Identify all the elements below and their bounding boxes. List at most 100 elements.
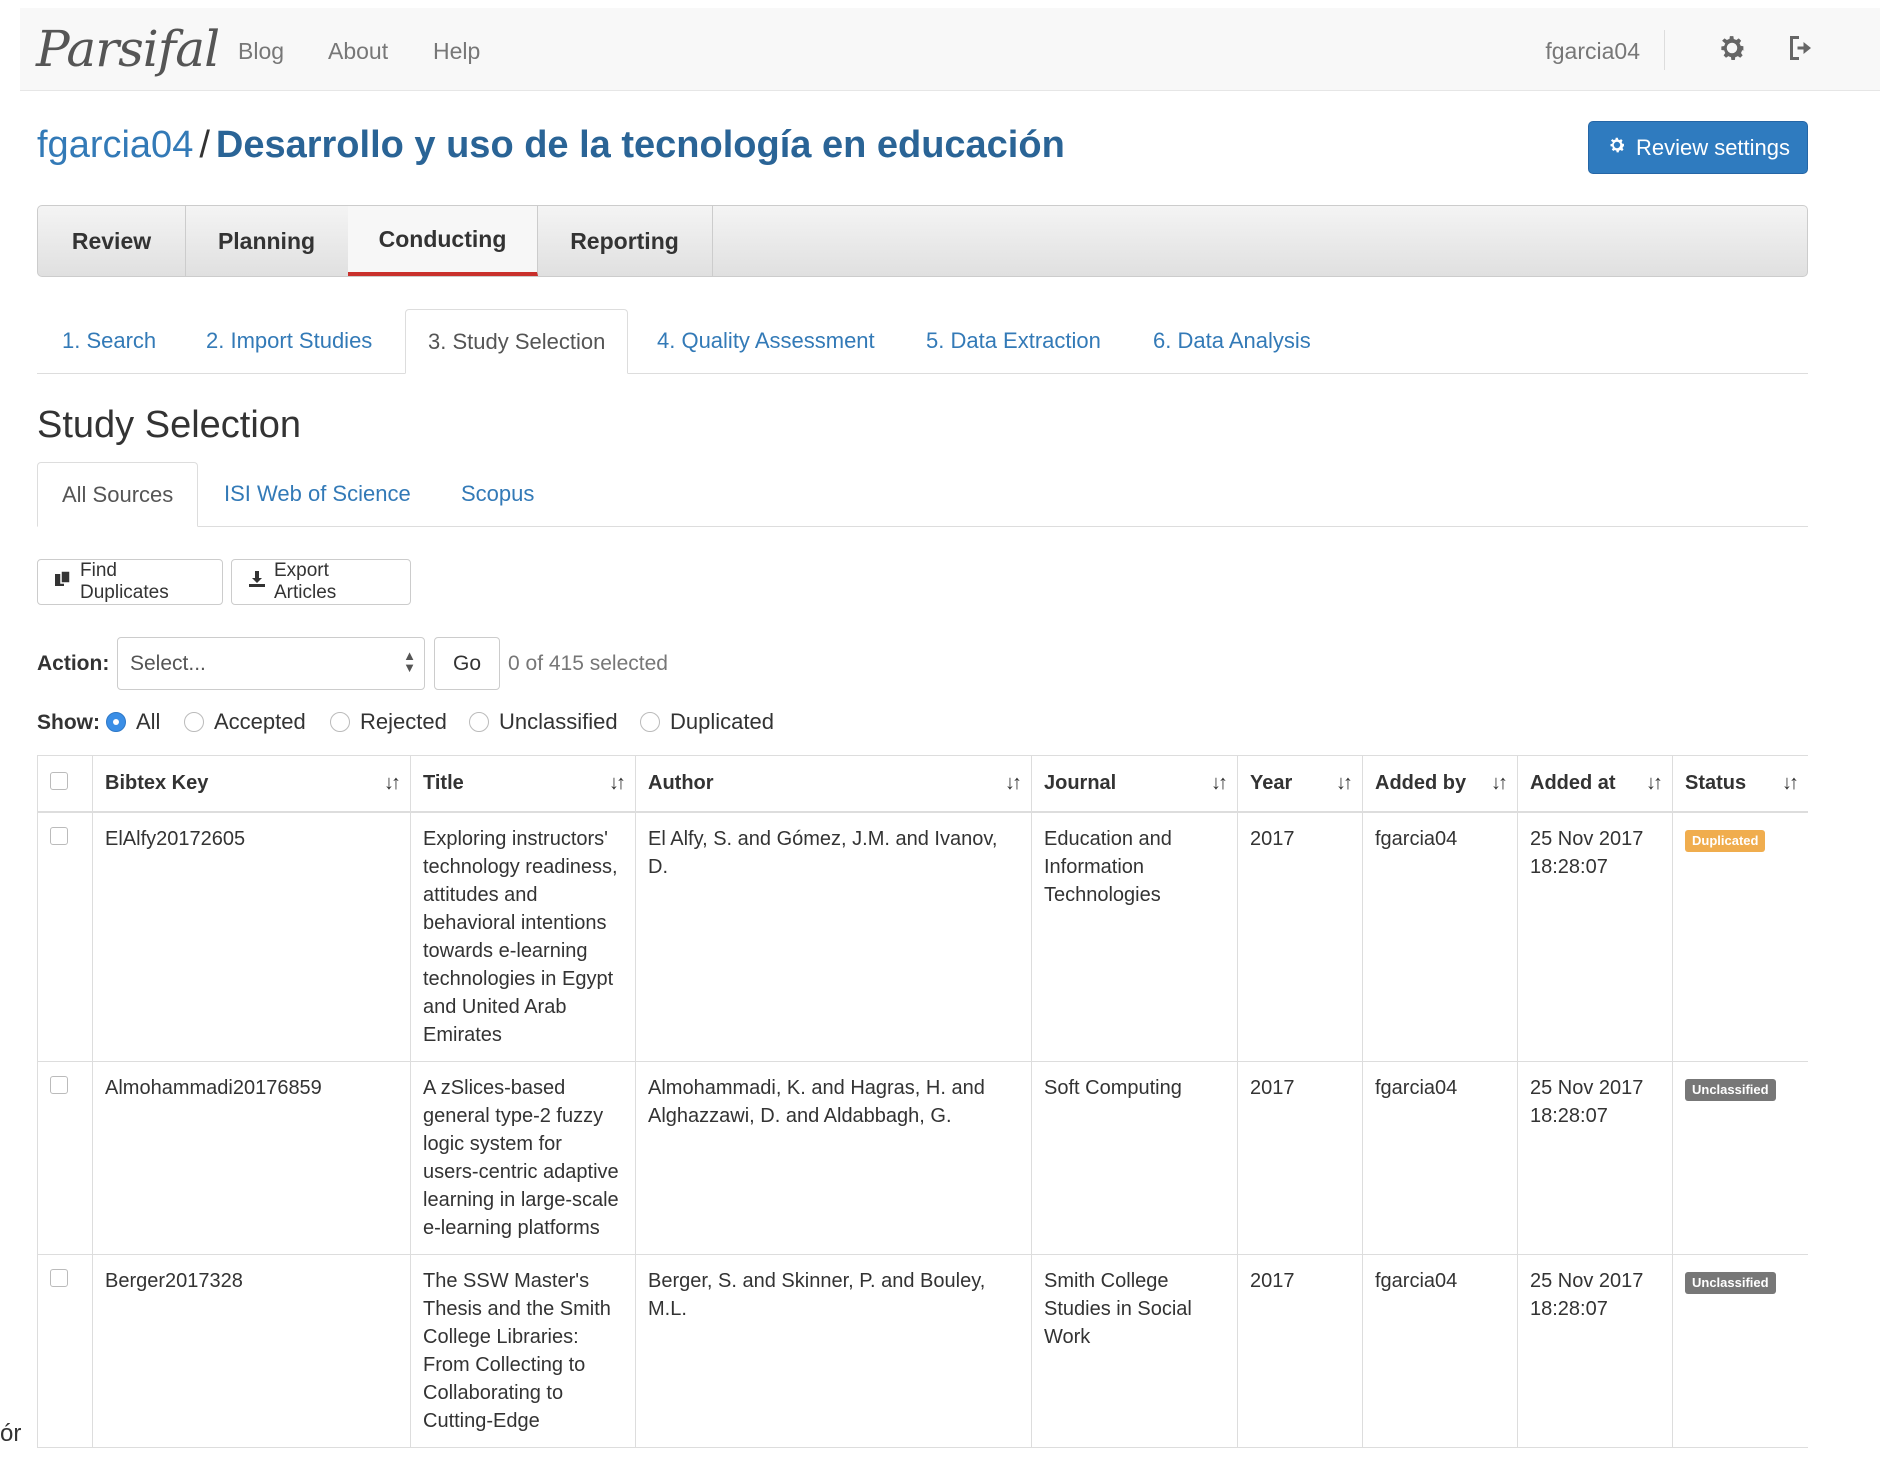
radio-button[interactable] [640,712,660,732]
review-owner-link[interactable]: fgarcia04 [37,124,193,166]
column-header-bibtex-key[interactable]: Bibtex Key ↓↑ [92,755,411,813]
sort-icon[interactable]: ↓↑ [1005,772,1022,795]
copy-icon [54,570,72,594]
tab-quality-assessment[interactable]: 4. Quality Assessment [657,309,875,373]
sign-out-icon[interactable] [1784,30,1820,66]
nav-divider [1664,30,1665,70]
author-cell: El Alfy, S. and Gómez, J.M. and Ivanov, … [635,811,1032,1062]
tab-data-analysis[interactable]: 6. Data Analysis [1153,309,1311,373]
bibtex-key-cell[interactable]: Almohammadi20176859 [92,1061,411,1255]
nav-link-help[interactable]: Help [433,38,480,65]
added-at-date: 25 Nov 2017 [1530,828,1644,850]
row-checkbox[interactable] [50,827,68,845]
tab-conducting[interactable]: Conducting [348,206,538,276]
radio-button[interactable] [106,712,126,732]
column-header-author[interactable]: Author ↓↑ [635,755,1032,813]
nav-link-blog[interactable]: Blog [238,38,284,65]
tab-scopus[interactable]: Scopus [461,462,534,526]
action-select[interactable]: Select... ▲ ▼ [117,637,425,690]
column-header-journal[interactable]: Journal ↓↑ [1031,755,1238,813]
sort-icon[interactable]: ↓↑ [1211,772,1228,795]
filter-label-accepted: Accepted [214,709,306,734]
tab-planning[interactable]: Planning [185,206,349,276]
added-by-cell: fgarcia04 [1362,1061,1518,1255]
brand-logo[interactable]: Parsifal [36,20,220,78]
action-select-value: Select... [130,651,206,675]
sort-icon[interactable]: ↓↑ [1646,772,1663,795]
status-badge: Unclassified [1685,1272,1776,1294]
added-at-time: 18:28:07 [1530,1298,1608,1320]
radio-button[interactable] [184,712,204,732]
tab-review[interactable]: Review [38,206,186,276]
nav-link-about[interactable]: About [328,38,388,65]
tab-reporting[interactable]: Reporting [537,206,713,276]
select-arrows-icon: ▲ ▼ [403,648,416,675]
column-label: Title [423,772,464,794]
table-row[interactable]: Almohammadi20176859 A zSlices-based gene… [37,1061,1808,1255]
column-header-added-by[interactable]: Added by ↓↑ [1362,755,1518,813]
download-icon [248,570,266,594]
studies-table-container: Bibtex Key ↓↑ Title ↓↑ Author ↓↑ Journal ↓↑ … [37,755,1808,1463]
tab-search[interactable]: 1. Search [62,309,156,373]
tab-study-selection[interactable]: 3. Study Selection [405,309,629,374]
status-cell: Unclassified [1672,1254,1808,1448]
row-checkbox[interactable] [50,1076,68,1094]
year-cell: 2017 [1237,811,1363,1062]
added-at-time: 18:28:07 [1530,856,1608,878]
sort-icon[interactable]: ↓↑ [1782,772,1799,795]
year-cell: 2017 [1237,1254,1363,1448]
journal-cell: Smith College Studies in Social Work [1031,1254,1238,1448]
table-row[interactable]: Berger2017328 The SSW Master's Thesis an… [37,1254,1808,1448]
title-cell[interactable]: A zSlices-based general type-2 fuzzy log… [410,1061,636,1255]
bibtex-key-cell[interactable]: ElAlfy20172605 [92,811,411,1062]
radio-button[interactable] [469,712,489,732]
tab-all-sources[interactable]: All Sources [37,462,199,527]
filter-radio-all[interactable]: All [106,709,160,735]
sort-icon[interactable]: ↓↑ [384,772,401,795]
action-label: Action: [37,652,110,675]
sort-icon[interactable]: ↓↑ [609,772,626,795]
column-label: Author [648,772,714,794]
tab-isi-web-of-science[interactable]: ISI Web of Science [224,462,411,526]
review-settings-label: Review settings [1635,134,1791,160]
column-label: Journal [1044,772,1117,794]
page-title: fgarcia04/Desarrollo y uso de la tecnolo… [37,124,1065,167]
sort-icon[interactable]: ↓↑ [1336,772,1353,795]
show-label: Show: [37,711,100,734]
row-checkbox[interactable] [50,1269,68,1287]
export-articles-button[interactable]: Export Articles [231,559,411,605]
filter-label-all: All [136,709,161,734]
added-at-cell: 25 Nov 2017 18:28:07 [1517,811,1673,1062]
filter-label-rejected: Rejected [360,709,447,734]
filter-radio-rejected[interactable]: Rejected [330,709,447,735]
bibtex-key-cell[interactable]: Berger2017328 [92,1254,411,1448]
radio-button[interactable] [330,712,350,732]
filter-radio-duplicated[interactable]: Duplicated [640,709,774,735]
added-at-time: 18:28:07 [1530,1105,1608,1127]
added-by-cell: fgarcia04 [1362,1254,1518,1448]
go-button[interactable]: Go [434,637,500,690]
filter-radio-unclassified[interactable]: Unclassified [469,709,618,735]
select-all-checkbox[interactable] [50,771,68,790]
row-select-cell [37,1254,93,1448]
tab-import-studies[interactable]: 2. Import Studies [206,309,372,373]
review-name-link[interactable]: Desarrollo y uso de la tecnología en edu… [216,124,1065,166]
main-tabs: Review Planning Conducting Reporting [37,205,1808,277]
find-duplicates-button[interactable]: Find Duplicates [37,559,223,605]
sort-icon[interactable]: ↓↑ [1491,772,1508,795]
title-cell[interactable]: The SSW Master's Thesis and the Smith Co… [410,1254,636,1448]
column-header-added-at[interactable]: Added at ↓↑ [1517,755,1673,813]
review-settings-button[interactable]: Review settings [1588,121,1808,174]
nav-username[interactable]: fgarcia04 [1545,38,1640,65]
gear-icon[interactable] [1714,30,1750,66]
status-badge: Duplicated [1685,830,1766,852]
title-cell[interactable]: Exploring instructors' technology readin… [410,811,636,1062]
filter-radio-accepted[interactable]: Accepted [184,709,306,735]
section-title: Study Selection [37,404,302,446]
table-row[interactable]: ElAlfy20172605 Exploring instructors' te… [37,811,1808,1062]
column-header-status[interactable]: Status ↓↑ [1672,755,1808,813]
tab-data-extraction[interactable]: 5. Data Extraction [926,309,1101,373]
export-articles-label: Export Articles [274,560,337,603]
column-header-title[interactable]: Title ↓↑ [410,755,636,813]
column-header-year[interactable]: Year ↓↑ [1237,755,1363,813]
